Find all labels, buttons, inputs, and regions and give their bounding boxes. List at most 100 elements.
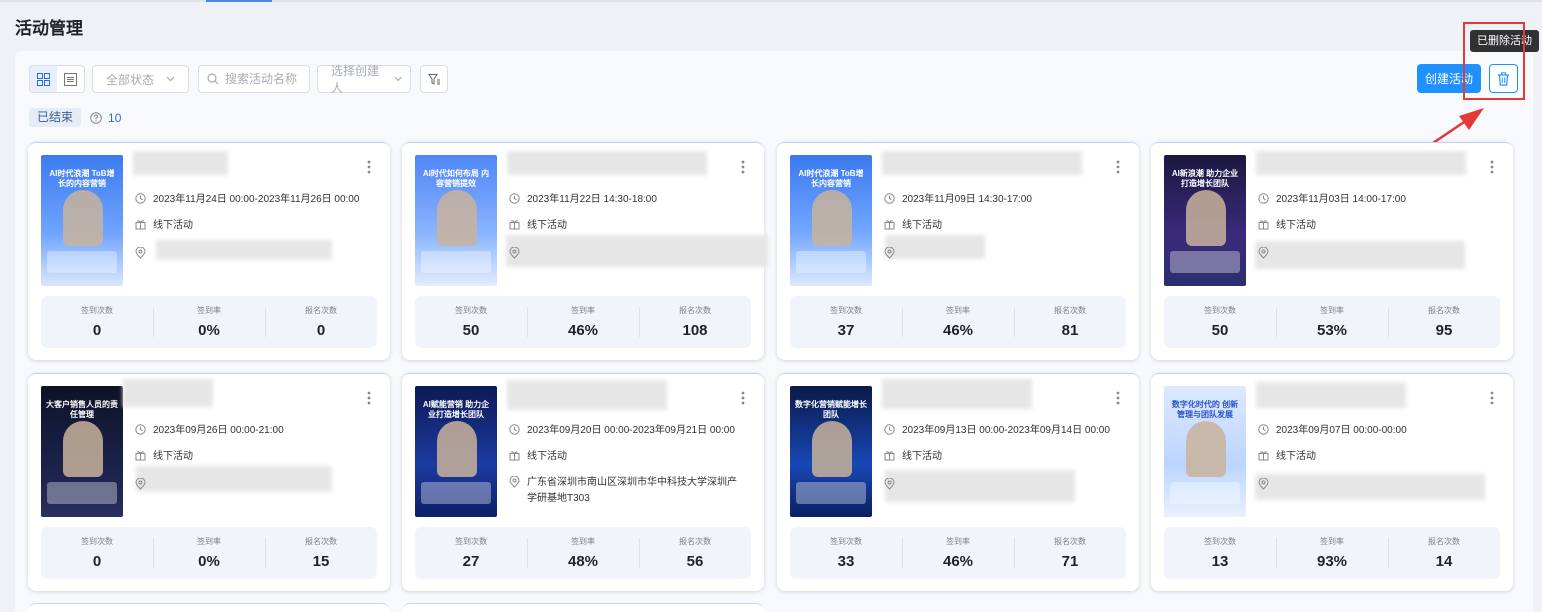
more-options-icon[interactable] [1490,160,1494,174]
stat-checkin-count: 签到次数 50 [415,296,527,348]
stat-label: 报名次数 [1428,537,1460,546]
activity-type: 线下活动 [527,451,567,462]
stat-signup-count: 报名次数 71 [1014,527,1126,579]
activity-type: 线下活动 [527,220,567,231]
poster-badge [421,251,491,273]
activity-poster[interactable]: AI赋能营销 助力企业打造增长团队 [415,386,497,517]
activity-card[interactable]: AI时代浪潮 ToB增长内容营销 2023年11月09日 14:30-17:00… [777,142,1139,360]
activity-address-row [1258,477,1276,490]
stat-label: 签到次数 [830,537,862,546]
activity-card[interactable]: 数字化时代的 创新管理与团队发展 2023年09月07日 00:00-00:00… [1151,373,1513,591]
activity-card[interactable]: AI新浪潮 助力企业打造增长团队 2023年11月03日 14:00-17:00… [1151,142,1513,360]
activity-stats: 签到次数 37 签到率 46% 报名次数 81 [790,296,1126,348]
poster-title: AI时代浪潮 ToB增长的内容营销 [49,169,115,188]
activity-poster[interactable]: AI时代浪潮 ToB增长内容营销 [790,155,872,286]
activity-type: 线下活动 [902,451,942,462]
more-options-icon[interactable] [741,160,745,174]
more-options-icon[interactable] [367,391,371,405]
redacted-text [506,235,768,267]
more-options-icon[interactable] [1116,391,1120,405]
stat-value: 95 [1435,322,1453,339]
stat-value: 33 [837,553,855,570]
stat-value: 13 [1211,553,1229,570]
poster-figure [812,421,852,477]
activity-type-icon [884,451,895,461]
stat-label: 签到率 [1320,537,1344,546]
activity-card[interactable]: 大客户销售人员的责任管理 2023年09月26日 00:00-21:00 线下活… [28,373,390,591]
stat-checkin-rate: 签到率 93% [1276,527,1388,579]
location-pin-icon [884,478,895,490]
stat-label: 签到率 [571,537,595,546]
stat-value: 46% [567,322,599,339]
activity-card[interactable]: 数字化营销赋能增长团队 2023年09月13日 00:00-2023年09月14… [777,373,1139,591]
activity-poster[interactable]: AI时代如何布局 内容营销提效 [415,155,497,286]
redacted-text [885,470,1075,502]
poster-title: AI赋能营销 助力企业打造增长团队 [422,400,490,419]
stat-value: 71 [1061,553,1079,570]
activity-type: 线下活动 [902,220,942,231]
activity-card[interactable]: AI时代如何布局 内容营销提效 2023年11月22日 14:30-18:00 … [402,142,768,360]
activity-poster[interactable]: 数字化时代的 创新管理与团队发展 [1164,386,1246,517]
location-pin-icon [135,478,146,490]
poster-badge [47,482,117,504]
activity-poster[interactable]: 数字化营销赋能增长团队 [790,386,872,517]
poster-title: 大客户销售人员的责任管理 [46,400,118,419]
more-options-icon[interactable] [1116,160,1120,174]
activity-address-row [509,246,527,259]
activity-card[interactable]: AI时代浪潮 ToB增长的内容营销 2023年11月24日 00:00-2023… [28,142,390,360]
activity-type-row: 线下活动 [509,449,567,465]
activity-card[interactable]: AI赋能营销 助力企业打造增长团队 2023年09月20日 00:00-2023… [402,373,764,591]
activity-stats: 签到次数 27 签到率 48% 报名次数 56 [415,527,751,579]
redacted-text [1255,241,1465,269]
stat-value: 0% [198,553,220,570]
more-options-icon[interactable] [741,391,745,405]
stat-label: 签到次数 [1204,306,1236,315]
clock-icon [135,193,146,204]
stat-signup-count: 报名次数 95 [1388,296,1500,348]
stat-value: 81 [1061,322,1079,339]
more-options-icon[interactable] [1490,391,1494,405]
activity-address-row [135,477,153,490]
status-tag: 已结束 [29,108,82,127]
status-count: 10 [108,110,122,125]
activity-address-row [884,246,902,259]
stat-label: 签到次数 [455,537,487,546]
stat-checkin-count: 签到次数 0 [41,527,153,579]
activity-poster[interactable]: AI时代浪潮 ToB增长的内容营销 [41,155,123,286]
location-pin-icon [509,247,520,259]
activity-card-partial[interactable] [28,603,390,612]
activity-date-row: 2023年11月22日 14:30-18:00 [509,192,657,208]
poster-badge [1170,251,1240,273]
activity-date-row: 2023年11月24日 00:00-2023年11月26日 00:00 [135,192,359,208]
stat-label: 签到率 [571,306,595,315]
clock-icon [509,424,520,435]
poster-title: AI新浪潮 助力企业打造增长团队 [1171,169,1239,188]
activity-date: 2023年11月09日 14:30-17:00 [902,194,1032,205]
poster-badge [421,482,491,504]
stat-signup-count: 报名次数 56 [639,527,751,579]
help-icon[interactable] [90,111,102,124]
activity-poster[interactable]: AI新浪潮 助力企业打造增长团队 [1164,155,1246,286]
activity-date: 2023年11月24日 00:00-2023年11月26日 00:00 [153,194,360,205]
activity-type-row: 线下活动 [135,449,193,465]
activity-type-icon [509,220,520,230]
activity-address: 广东省深圳市南山区深圳市华中科技大学深圳产学研基地T303 [527,477,737,504]
stat-label: 签到次数 [830,306,862,315]
stat-signup-count: 报名次数 14 [1388,527,1500,579]
activity-card-partial[interactable] [402,603,764,612]
poster-badge [47,251,117,273]
clock-icon [884,193,895,204]
stat-value: 14 [1435,553,1453,570]
more-options-icon[interactable] [367,160,371,174]
activity-type-icon [884,220,895,230]
activity-date-row: 2023年09月13日 00:00-2023年09月14日 00:00 [884,423,1110,439]
activity-type-icon [1258,451,1269,461]
activity-address-row [884,477,902,490]
poster-figure [63,190,103,246]
stat-label: 签到率 [946,306,970,315]
activity-poster[interactable]: 大客户销售人员的责任管理 [41,386,123,517]
stat-checkin-count: 签到次数 50 [1164,296,1276,348]
stat-value: 53% [1316,322,1348,339]
activity-date-row: 2023年11月09日 14:30-17:00 [884,192,1032,208]
stat-value: 108 [682,322,708,339]
